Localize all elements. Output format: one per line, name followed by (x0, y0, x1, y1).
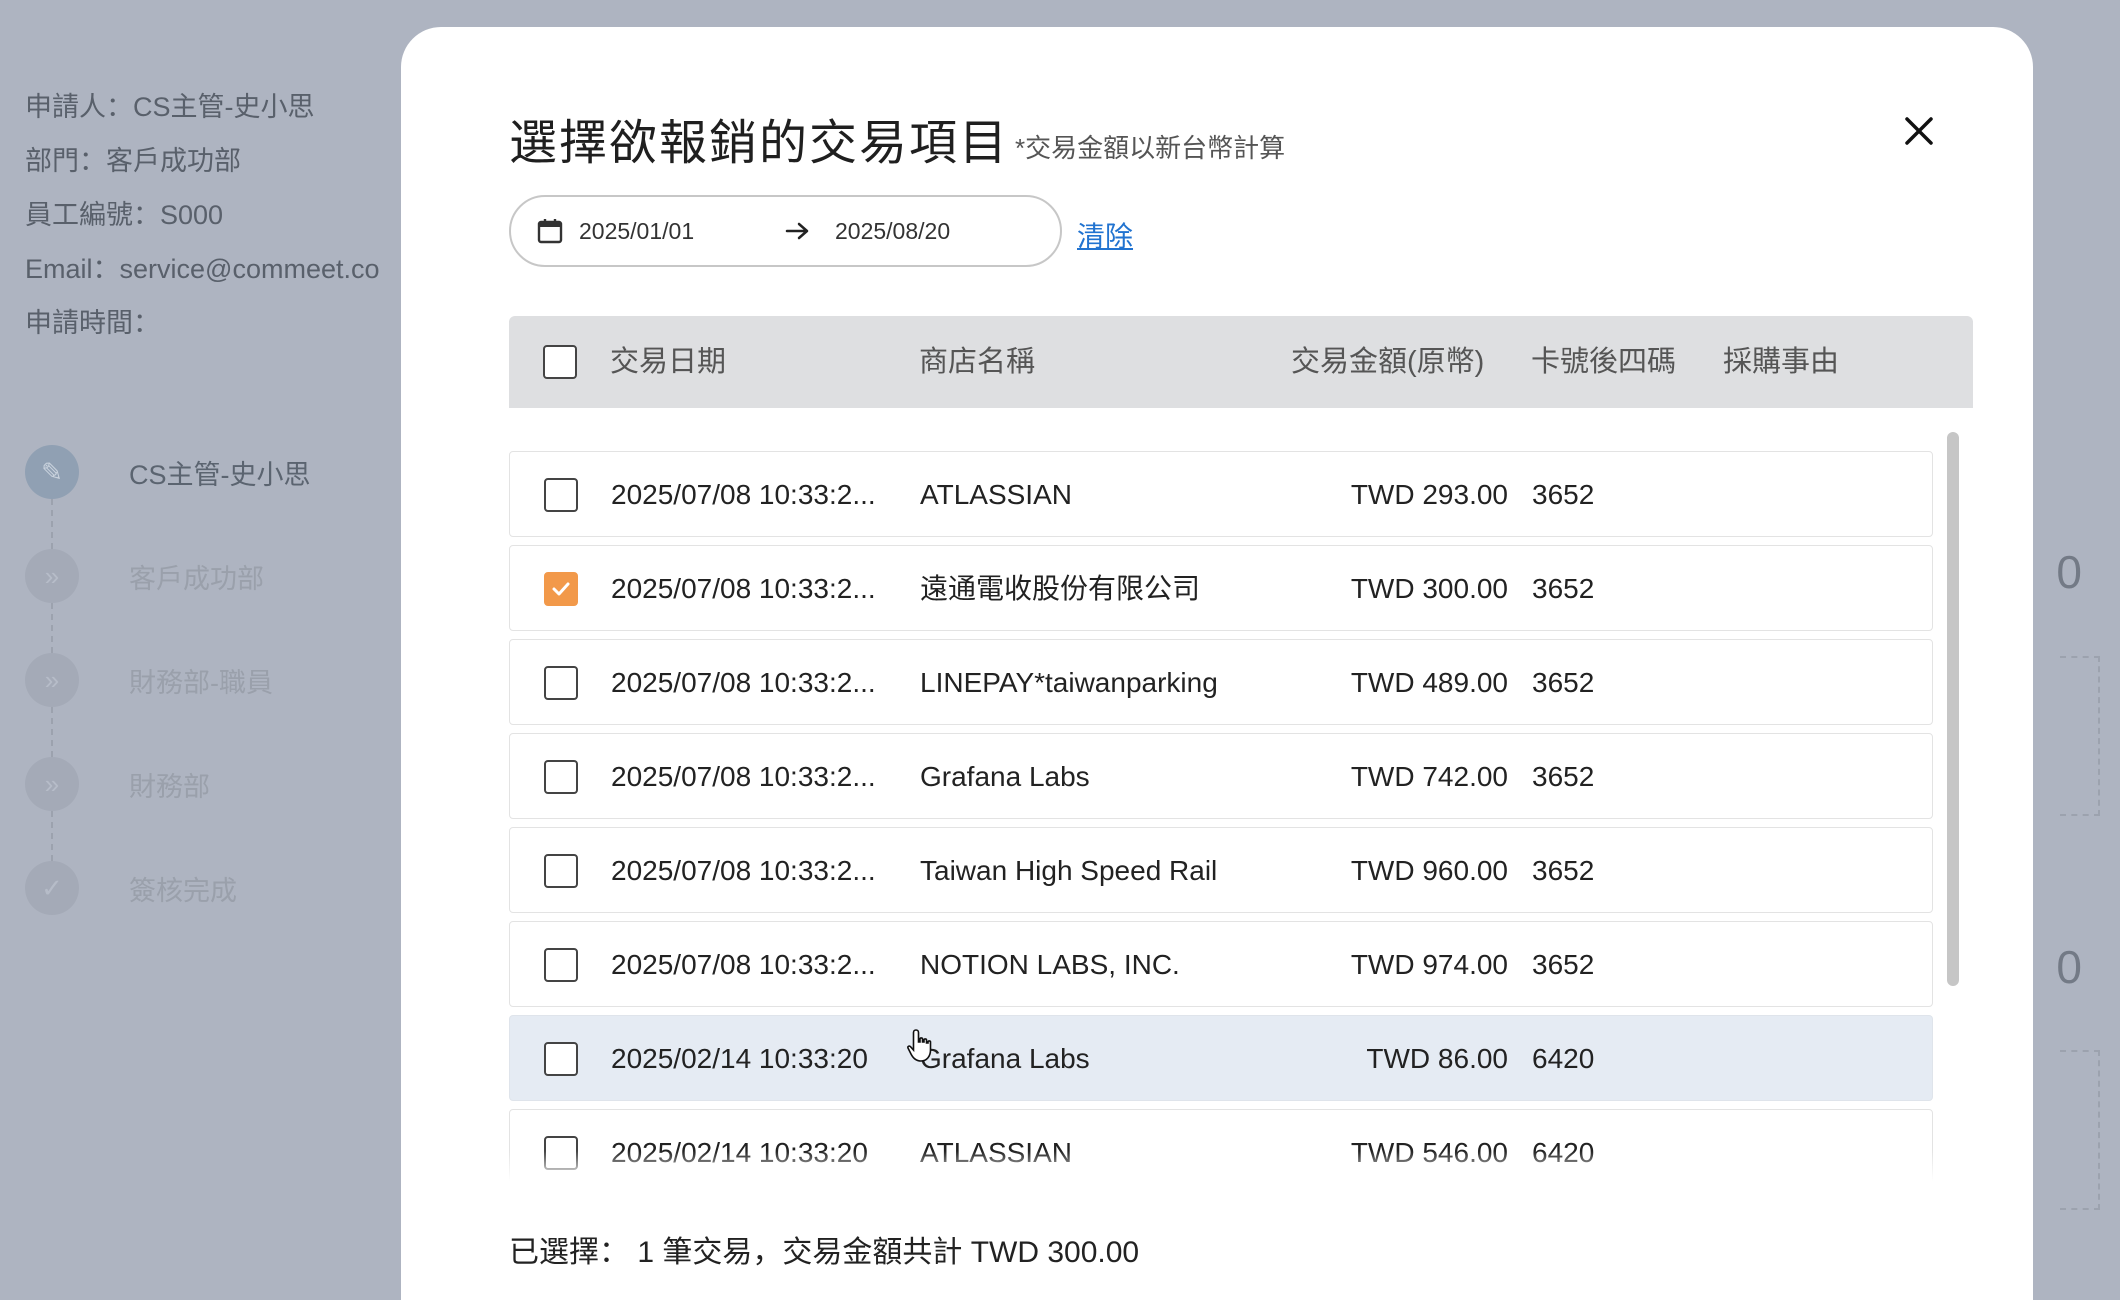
table-row[interactable]: 2025/07/08 10:33:2... Taiwan High Speed … (509, 827, 1933, 913)
transaction-date: 2025/02/14 10:33:20 (611, 1043, 868, 1074)
modal-title: 選擇欲報銷的交易項目 *交易金額以新台幣計算 (509, 103, 1285, 173)
transaction-list[interactable]: 2025/07/08 10:33:2... ATLASSIAN TWD 293.… (509, 420, 1973, 1181)
card-last-four: 3652 (1532, 479, 1595, 510)
transaction-amount: TWD 742.00 (1350, 761, 1508, 792)
merchant-name: ATLASSIAN (920, 479, 1072, 510)
approval-steps: ✎ CS主管-史小思 » 客戶成功部 » 財務部-職員 » 財務部 ✓ 簽核完成 (25, 420, 311, 940)
selection-summary: 已選擇： 1 筆交易，交易金額共計 TWD 300.00 (509, 1236, 1140, 1269)
merchant-name: Grafana Labs (920, 1043, 1090, 1074)
card-last-four: 3652 (1532, 667, 1595, 698)
end-date-input[interactable]: 2025/08/20 (835, 218, 950, 245)
background-amount-value: 0 (2056, 546, 2082, 598)
applicant-text: 申請人：CS主管-史小思 (25, 92, 315, 122)
merchant-name: 遠通電收股份有限公司 (920, 573, 1201, 604)
date-range-picker[interactable]: 2025/01/01 2025/08/20 (509, 195, 1062, 267)
column-header-reason: 採購事由 (1723, 346, 1840, 378)
close-icon (1905, 117, 1933, 145)
column-header-merchant: 商店名稱 (919, 346, 1036, 378)
approval-step: ✎ CS主管-史小思 (25, 420, 311, 549)
column-header-amount: 交易金額(原幣) (1291, 346, 1485, 378)
transaction-amount: TWD 86.00 (1366, 1043, 1508, 1074)
transaction-amount: TWD 293.00 (1350, 479, 1508, 510)
background-amount-value: 0 (2056, 941, 2082, 993)
transaction-date: 2025/07/08 10:33:2... (611, 479, 876, 510)
transaction-amount: TWD 300.00 (1350, 573, 1508, 604)
table-row[interactable]: 2025/07/08 10:33:2... NOTION LABS, INC. … (509, 921, 1933, 1007)
row-checkbox[interactable] (544, 1042, 578, 1076)
column-header-card: 卡號後四碼 (1531, 346, 1677, 378)
transaction-amount: TWD 974.00 (1350, 949, 1508, 980)
select-all-checkbox[interactable] (543, 345, 577, 379)
table-row[interactable]: 2025/07/08 10:33:2... LINEPAY*taiwanpark… (509, 639, 1933, 725)
calendar-icon (537, 218, 563, 244)
checkmark-icon (552, 582, 570, 596)
background-dashed-box (2060, 1050, 2100, 1210)
transaction-date: 2025/07/08 10:33:2... (611, 667, 876, 698)
clear-dates-link[interactable]: 清除 (1077, 215, 1133, 255)
arrow-right-icon (785, 221, 813, 241)
vertical-scrollbar[interactable] (1947, 426, 1959, 1181)
step-label: 客戶成功部 (129, 563, 264, 594)
step-label: 財務部-職員 (129, 667, 273, 698)
table-row[interactable]: 2025/07/08 10:33:2... 遠通電收股份有限公司 TWD 300… (509, 545, 1933, 631)
row-checkbox[interactable] (544, 854, 578, 888)
transaction-date: 2025/07/08 10:33:2... (611, 573, 876, 604)
step-label: CS主管-史小思 (129, 459, 311, 490)
approval-step: ✓ 簽核完成 (25, 836, 311, 940)
applicant-info: 申請人：CS主管-史小思 部門：客戶成功部 員工編號：S000 Email：se… (25, 80, 380, 350)
employee-id-text: 員工編號：S000 (25, 200, 224, 230)
merchant-name: Taiwan High Speed Rail (920, 855, 1218, 886)
step-label: 財務部 (129, 771, 210, 802)
transaction-amount: TWD 960.00 (1350, 855, 1508, 886)
double-chevron-icon: » (25, 549, 79, 603)
card-last-four: 6420 (1532, 1043, 1595, 1074)
modal-title-text: 選擇欲報銷的交易項目 (509, 117, 1010, 170)
pencil-icon: ✎ (25, 445, 79, 499)
table-row[interactable]: 2025/02/14 10:33:20 Grafana Labs TWD 86.… (509, 1015, 1933, 1101)
transaction-select-modal: 選擇欲報銷的交易項目 *交易金額以新台幣計算 2025/01/01 2025/0… (401, 27, 2033, 1300)
approval-step: » 財務部 (25, 732, 311, 861)
scrollbar-thumb[interactable] (1947, 432, 1959, 986)
double-chevron-icon: » (25, 757, 79, 811)
transaction-date: 2025/07/08 10:33:2... (611, 949, 876, 980)
email-text: Email：service@commeet.co (25, 254, 380, 284)
step-label: 簽核完成 (129, 875, 237, 906)
card-last-four: 3652 (1532, 855, 1595, 886)
row-checkbox[interactable] (544, 572, 578, 606)
transaction-date: 2025/07/08 10:33:2... (611, 855, 876, 886)
transaction-date: 2025/07/08 10:33:2... (611, 761, 876, 792)
apply-time-text: 申請時間： (25, 308, 160, 338)
department-text: 部門：客戶成功部 (25, 146, 241, 176)
transaction-amount: TWD 489.00 (1350, 667, 1508, 698)
card-last-four: 3652 (1532, 573, 1595, 604)
table-header: 交易日期 商店名稱 交易金額(原幣) 卡號後四碼 採購事由 (509, 316, 1973, 408)
currency-note: *交易金額以新台幣計算 (1015, 133, 1286, 163)
start-date-input[interactable]: 2025/01/01 (579, 218, 759, 245)
merchant-name: NOTION LABS, INC. (920, 949, 1180, 980)
background-dashed-box (2060, 656, 2100, 816)
merchant-name: Grafana Labs (920, 761, 1090, 792)
card-last-four: 3652 (1532, 949, 1595, 980)
table-row[interactable]: 2025/07/08 10:33:2... ATLASSIAN TWD 293.… (509, 451, 1933, 537)
row-checkbox[interactable] (544, 948, 578, 982)
list-fade-edge (509, 1151, 1973, 1181)
approval-step: » 財務部-職員 (25, 628, 311, 757)
column-header-date: 交易日期 (610, 346, 727, 378)
approval-step: » 客戶成功部 (25, 524, 311, 653)
row-checkbox[interactable] (544, 760, 578, 794)
check-icon: ✓ (25, 861, 79, 915)
double-chevron-icon: » (25, 653, 79, 707)
hand-cursor-icon (907, 1029, 932, 1062)
row-checkbox[interactable] (544, 478, 578, 512)
merchant-name: LINEPAY*taiwanparking (920, 667, 1218, 698)
card-last-four: 3652 (1532, 761, 1595, 792)
row-checkbox[interactable] (544, 666, 578, 700)
table-row[interactable]: 2025/07/08 10:33:2... Grafana Labs TWD 7… (509, 733, 1933, 819)
close-button[interactable] (1895, 107, 1943, 155)
